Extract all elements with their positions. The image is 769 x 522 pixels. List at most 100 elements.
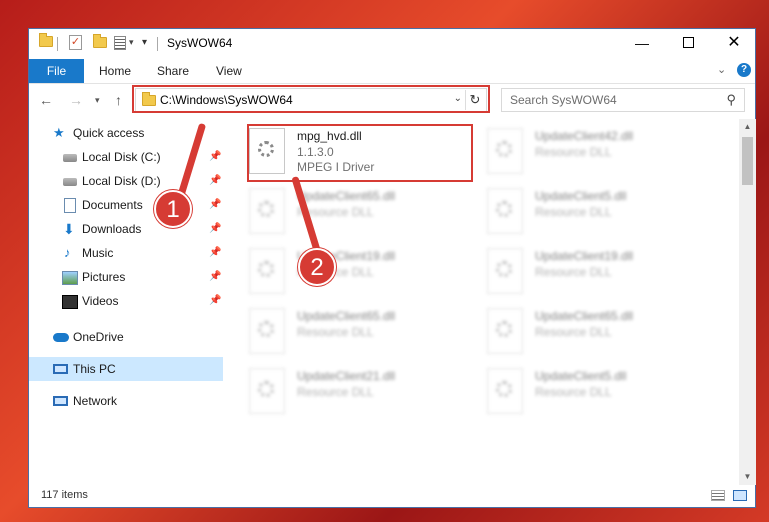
help-icon[interactable]: ?: [737, 63, 751, 77]
file-item[interactable]: UpdateClient21.dll Resource DLL: [225, 365, 455, 419]
file-item[interactable]: UpdateClient19.dll Resource DLL: [463, 245, 693, 299]
up-arrow-icon[interactable]: ↑: [115, 92, 122, 108]
pin-icon[interactable]: 📌: [209, 145, 221, 169]
download-icon: ⬇: [63, 221, 75, 237]
pin-icon[interactable]: 📌: [209, 193, 221, 217]
scroll-up-icon[interactable]: ▲: [739, 119, 756, 135]
pin-icon[interactable]: 📌: [209, 265, 221, 289]
back-arrow-icon[interactable]: ←: [39, 92, 53, 108]
dll-file-icon: [249, 188, 285, 234]
customize-toolbar-icon[interactable]: ▾: [142, 37, 147, 48]
search-icon[interactable]: ⚲: [726, 92, 736, 108]
minimize-button[interactable]: —: [619, 29, 665, 59]
file-name: UpdateClient65.dll: [297, 309, 396, 323]
tab-view[interactable]: View: [216, 59, 242, 83]
file-name: UpdateClient42.dll: [535, 129, 634, 143]
expand-ribbon-icon[interactable]: ⌄: [717, 63, 726, 76]
maximize-button[interactable]: [665, 29, 711, 59]
sidebar-item-label: Pictures: [82, 270, 126, 284]
sidebar-item-label: Network: [73, 394, 118, 408]
sidebar-item-this-pc[interactable]: This PC: [29, 357, 223, 381]
callout-badge-2: 2: [298, 248, 336, 286]
sidebar-item-label: Documents: [82, 198, 143, 212]
file-name: UpdateClient5.dll: [535, 369, 627, 383]
sidebar-item-label: Videos: [82, 294, 119, 308]
file-item[interactable]: UpdateClient5.dll Resource DLL: [463, 365, 693, 419]
tab-home[interactable]: Home: [99, 59, 131, 83]
file-item[interactable]: UpdateClient65.dll Resource DLL: [463, 305, 693, 359]
pin-icon[interactable]: 📌: [209, 169, 221, 193]
file-item[interactable]: UpdateClient65.dll Resource DLL: [225, 185, 455, 239]
drive-icon: [63, 178, 77, 186]
address-highlight-box: [132, 85, 490, 113]
sidebar-item-label: Music: [82, 246, 114, 260]
file-item[interactable]: UpdateClient5.dll Resource DLL: [463, 185, 693, 239]
computer-icon: [53, 364, 68, 374]
drive-icon: [63, 154, 77, 162]
file-name: UpdateClient19.dll: [535, 249, 634, 263]
properties-check-icon[interactable]: ✓: [69, 35, 82, 50]
status-bar: 117 items: [29, 485, 755, 507]
network-icon: [53, 396, 68, 406]
new-folder-icon[interactable]: [93, 34, 107, 51]
close-button[interactable]: ✕: [711, 29, 757, 59]
forward-arrow-icon[interactable]: →: [69, 92, 83, 108]
file-name: UpdateClient21.dll: [297, 369, 396, 383]
file-description: Resource DLL: [535, 145, 612, 159]
dll-file-icon: [249, 308, 285, 354]
dll-file-icon: [487, 308, 523, 354]
sidebar-item-downloads[interactable]: ⬇ Downloads 📌: [29, 217, 223, 241]
search-input[interactable]: Search SysWOW64 ⚲: [501, 88, 745, 112]
sidebar-item-network[interactable]: Network: [29, 389, 223, 413]
sidebar-item-pictures[interactable]: Pictures 📌: [29, 265, 223, 289]
sidebar-item-local-disk-d[interactable]: Local Disk (D:) 📌: [29, 169, 223, 193]
dll-file-icon: [487, 128, 523, 174]
ribbon-tabs: File Home Share View ⌄ ?: [29, 59, 755, 84]
file-name: UpdateClient5.dll: [535, 189, 627, 203]
pictures-icon: [62, 271, 78, 285]
navigation-pane: ★ Quick access Local Disk (C:) 📌 Local D…: [29, 121, 223, 481]
chevron-down-icon[interactable]: ▾: [129, 37, 134, 48]
music-icon: ♪: [64, 245, 71, 260]
pin-icon[interactable]: 📌: [209, 217, 221, 241]
vertical-scrollbar[interactable]: ▲ ▼: [739, 119, 756, 485]
large-icons-view-icon[interactable]: [733, 490, 747, 501]
sidebar-item-documents[interactable]: Documents 📌: [29, 193, 223, 217]
dll-file-icon: [487, 368, 523, 414]
sidebar-item-music[interactable]: ♪ Music 📌: [29, 241, 223, 265]
dll-file-icon: [249, 368, 285, 414]
sidebar-item-label: OneDrive: [73, 330, 124, 344]
sidebar-item-onedrive[interactable]: OneDrive: [29, 325, 223, 349]
star-icon: ★: [53, 125, 65, 140]
divider: [157, 37, 158, 51]
file-item[interactable]: UpdateClient65.dll Resource DLL: [225, 305, 455, 359]
search-placeholder: Search SysWOW64: [510, 93, 617, 107]
file-highlight-box: [247, 124, 473, 182]
details-view-icon[interactable]: [711, 490, 725, 501]
pin-icon[interactable]: 📌: [209, 289, 221, 313]
window-title: SysWOW64: [167, 36, 233, 50]
sidebar-item-videos[interactable]: Videos 📌: [29, 289, 223, 313]
folder-icon: [39, 33, 53, 47]
file-description: Resource DLL: [297, 325, 374, 339]
cloud-icon: [53, 333, 69, 342]
file-description: Resource DLL: [535, 325, 612, 339]
title-bar: ✓ ▾ ▾ SysWOW64 — ✕: [29, 29, 755, 59]
dll-file-icon: [249, 248, 285, 294]
file-description: Resource DLL: [297, 385, 374, 399]
sidebar-item-label: Quick access: [73, 126, 145, 140]
pin-icon[interactable]: 📌: [209, 241, 221, 265]
file-description: Resource DLL: [535, 265, 612, 279]
callout-badge-1: 1: [154, 190, 192, 228]
video-icon: [62, 295, 78, 309]
sidebar-item-label: This PC: [73, 362, 116, 376]
scroll-down-icon[interactable]: ▼: [739, 469, 756, 485]
tab-file[interactable]: File: [29, 59, 84, 83]
properties-icon[interactable]: [114, 36, 126, 50]
scrollbar-thumb[interactable]: [742, 137, 753, 185]
recent-locations-icon[interactable]: ▾: [95, 95, 100, 106]
tab-share[interactable]: Share: [157, 59, 189, 83]
file-item[interactable]: UpdateClient19.dll Resource DLL: [225, 245, 455, 299]
file-item[interactable]: UpdateClient42.dll Resource DLL: [463, 125, 693, 179]
document-icon: [64, 198, 76, 213]
